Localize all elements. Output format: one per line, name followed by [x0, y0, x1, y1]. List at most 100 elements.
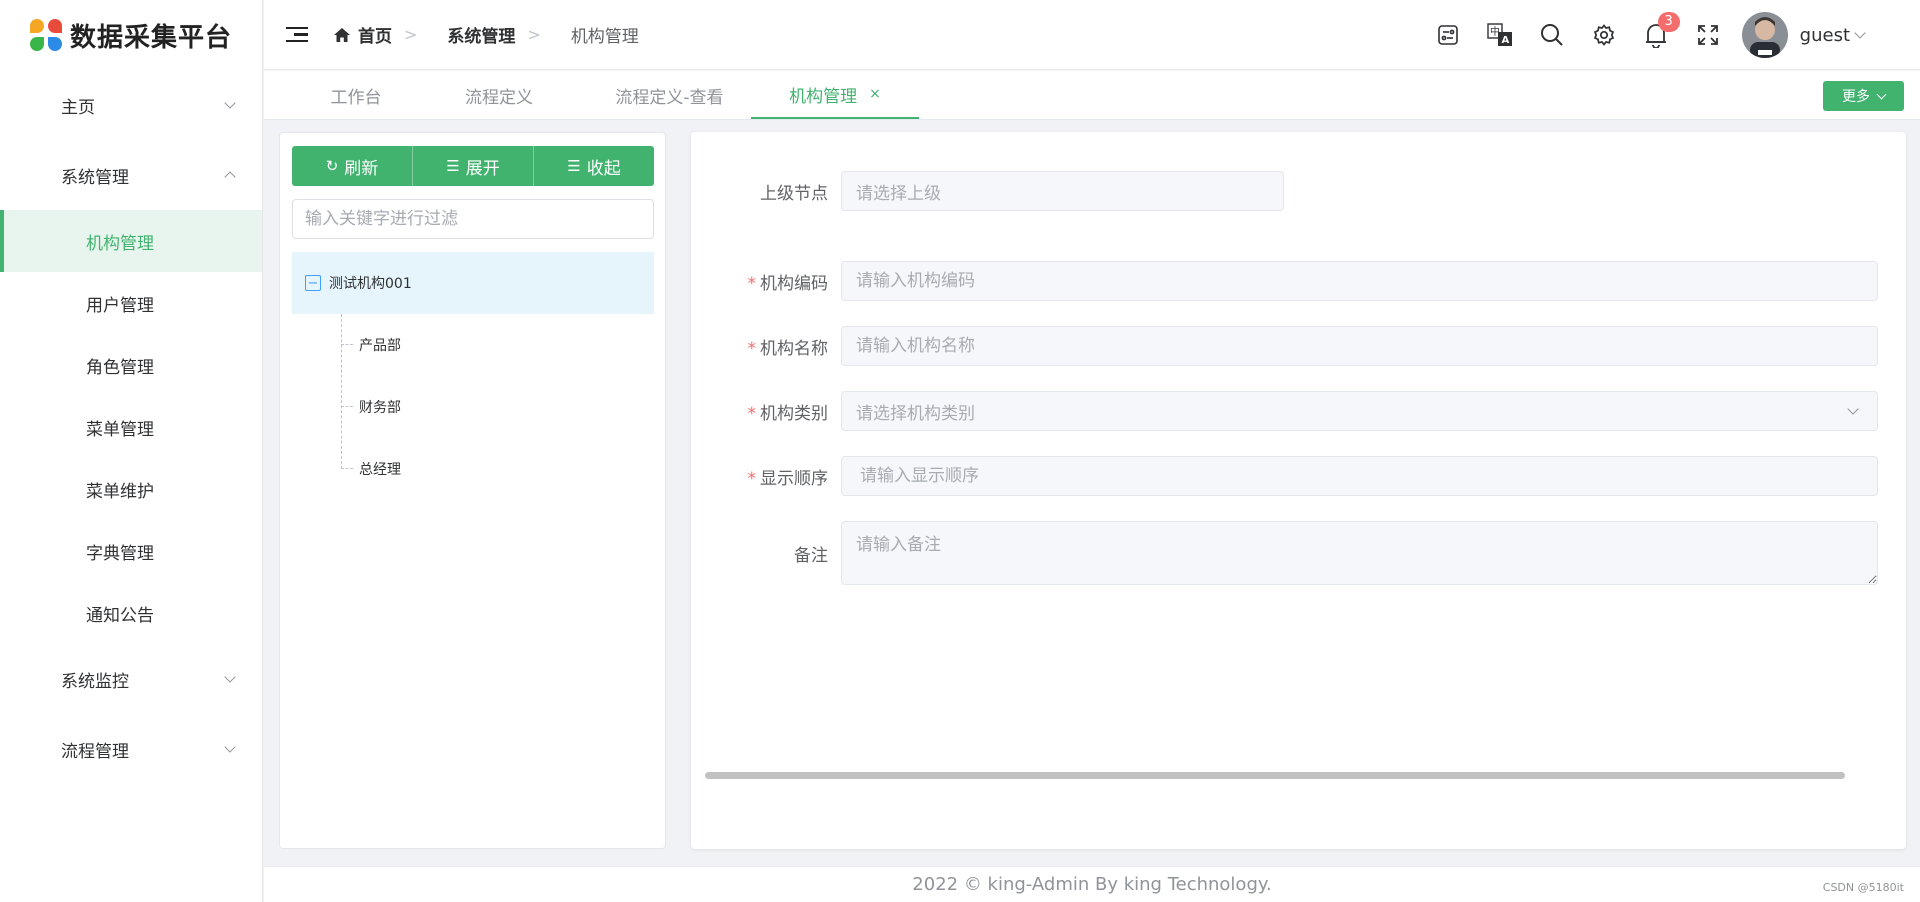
sidebar-group-system[interactable]: 系统管理: [0, 140, 262, 210]
chevron-down-icon: [1847, 403, 1859, 415]
svg-text:A: A: [1501, 35, 1509, 46]
tree-connector: [341, 344, 353, 345]
home-icon: [334, 27, 350, 42]
tab-org-manage[interactable]: 机构管理 ×: [751, 71, 919, 119]
logo-icon: [30, 19, 62, 51]
org-code-input[interactable]: [841, 261, 1878, 301]
user-menu[interactable]: guest: [1788, 25, 1920, 46]
breadcrumb-separator: >: [404, 25, 418, 44]
breadcrumb-home[interactable]: 首页: [334, 22, 392, 47]
top-header: 首页 > 系统管理 > 机构管理 中A 3 guest: [264, 0, 1920, 70]
required-mark: *: [747, 273, 757, 294]
more-tabs-button[interactable]: 更多: [1823, 81, 1904, 111]
org-tree: − 测试机构001 产品部 财务部 总经理: [292, 252, 654, 500]
sidebar-item-notice[interactable]: 通知公告: [0, 582, 262, 644]
sidebar-group-process[interactable]: 流程管理: [0, 714, 262, 784]
layout-icon[interactable]: [1422, 0, 1474, 70]
tab-process-def[interactable]: 流程定义: [439, 71, 559, 119]
tree-node-label: 财务部: [359, 400, 401, 416]
parent-node-label: 上级节点: [760, 183, 828, 204]
tab-workbench[interactable]: 工作台: [309, 71, 403, 119]
required-mark: *: [747, 468, 757, 489]
gear-icon[interactable]: [1578, 0, 1630, 70]
translate-icon[interactable]: 中A: [1474, 0, 1526, 70]
refresh-icon: ↻: [325, 157, 339, 175]
form-row-parent: 上级节点 请选择上级: [691, 171, 1284, 211]
breadcrumb-separator: >: [527, 25, 541, 44]
org-code-label: * 机构编码: [691, 269, 841, 294]
collapse-toggle-icon[interactable]: −: [305, 275, 321, 291]
tree-node-label: 总经理: [359, 462, 401, 478]
tree-node[interactable]: 产品部: [341, 314, 654, 376]
breadcrumb: 首页 > 系统管理 > 机构管理: [334, 22, 639, 47]
tree-node-label: 测试机构001: [329, 276, 412, 292]
sidebar-group-home[interactable]: 主页: [0, 70, 262, 140]
tree-connector: [341, 406, 353, 407]
refresh-label: 刷新: [344, 158, 379, 179]
tab-label: 工作台: [330, 87, 382, 108]
tree-filter-input[interactable]: [292, 199, 654, 239]
display-order-input[interactable]: [841, 456, 1878, 496]
required-mark: *: [747, 403, 757, 424]
org-name-input[interactable]: [841, 326, 1878, 366]
remark-label: 备注: [794, 545, 828, 566]
sidebar-item-users[interactable]: 用户管理: [0, 272, 262, 334]
required-mark: *: [747, 338, 757, 359]
bell-icon[interactable]: 3: [1630, 0, 1682, 70]
sidebar-group-label: 系统监控: [61, 671, 129, 692]
sidebar-menu: 主页 系统管理 机构管理 用户管理 角色管理 菜单管理 菜单维护 字典管理 通知…: [0, 70, 262, 784]
org-tree-panel: ↻ 刷新 ☰ 展开 ☰ 收起 − 测试机构001 产品部 财务部: [279, 132, 666, 849]
breadcrumb-system[interactable]: 系统管理: [447, 22, 515, 47]
chevron-down-icon: [224, 97, 236, 109]
org-type-label: * 机构类别: [691, 399, 841, 424]
tree-node-label: 产品部: [359, 338, 401, 354]
form-row-code: * 机构编码: [691, 261, 1878, 301]
watermark-text: CSDN @5180it: [1822, 881, 1904, 894]
tree-connector: [341, 468, 353, 469]
tree-node[interactable]: 财务部: [341, 376, 654, 438]
expand-button[interactable]: ☰ 展开: [413, 146, 534, 186]
tab-process-def-view[interactable]: 流程定义-查看: [591, 71, 748, 119]
tree-button-group: ↻ 刷新 ☰ 展开 ☰ 收起: [292, 146, 654, 186]
breadcrumb-home-label: 首页: [358, 27, 392, 47]
footer: 2022 © king-Admin By king Technology. CS…: [264, 866, 1920, 902]
sidebar-item-menus[interactable]: 菜单管理: [0, 396, 262, 458]
form-row-type: * 机构类别 请选择机构类别: [691, 391, 1878, 431]
refresh-button[interactable]: ↻ 刷新: [292, 146, 413, 186]
avatar[interactable]: [1741, 12, 1788, 58]
tree-node[interactable]: 总经理: [341, 438, 654, 500]
close-icon[interactable]: ×: [869, 86, 881, 102]
display-order-label-text: 显示顺序: [760, 468, 828, 489]
parent-node-select[interactable]: 请选择上级: [841, 171, 1284, 211]
sidebar-group-label: 主页: [61, 97, 95, 118]
horizontal-scrollbar[interactable]: [705, 772, 1845, 779]
org-name-label-text: 机构名称: [760, 338, 828, 359]
chevron-down-icon: [224, 741, 236, 753]
tab-label: 机构管理: [789, 86, 858, 107]
collapse-icon: ☰: [567, 157, 581, 175]
org-type-placeholder: 请选择机构类别: [856, 403, 975, 424]
chevron-down-icon: [1854, 27, 1866, 39]
chevron-up-icon: [224, 171, 236, 183]
org-name-label: * 机构名称: [691, 334, 841, 359]
header-toolbar: 中A 3 guest: [1422, 0, 1920, 70]
tree-node-root[interactable]: − 测试机构001: [292, 252, 654, 314]
sidebar-item-roles[interactable]: 角色管理: [0, 334, 262, 396]
sidebar-item-org[interactable]: 机构管理: [0, 210, 262, 272]
remark-textarea[interactable]: [841, 521, 1878, 585]
form-row-name: * 机构名称: [691, 326, 1878, 366]
chevron-down-icon: [224, 671, 236, 683]
org-type-select[interactable]: 请选择机构类别: [841, 391, 1878, 431]
breadcrumb-current: 机构管理: [570, 27, 639, 47]
collapse-label: 收起: [586, 158, 621, 179]
search-icon[interactable]: [1526, 0, 1578, 70]
fullscreen-icon[interactable]: [1682, 0, 1734, 70]
sidebar-group-monitor[interactable]: 系统监控: [0, 644, 262, 714]
app-logo[interactable]: 数据采集平台: [0, 0, 262, 70]
sidebar-item-menu-maintain[interactable]: 菜单维护: [0, 458, 262, 520]
tree-children: 产品部 财务部 总经理: [292, 314, 654, 500]
sidebar-item-dict[interactable]: 字典管理: [0, 520, 262, 582]
hamburger-icon[interactable]: [286, 23, 308, 47]
username: guest: [1799, 24, 1850, 46]
collapse-button[interactable]: ☰ 收起: [534, 146, 654, 186]
